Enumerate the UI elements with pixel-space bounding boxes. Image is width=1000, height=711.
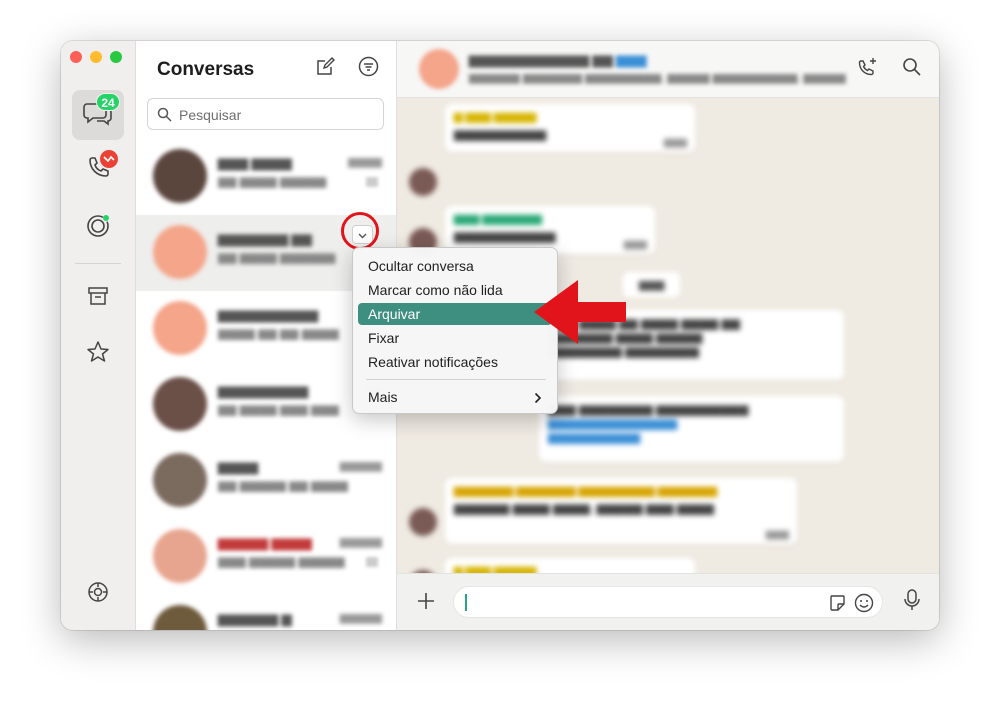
settings-icon (86, 580, 110, 609)
emoji-button[interactable] (854, 593, 874, 613)
chat-list-item[interactable]: ▆▆▆▆ ▆▆▆▆▆ ▆▆ ▆▆▆▆▆ ▆▆ ▆▆▆▆ (136, 443, 396, 519)
text-caret (465, 594, 467, 611)
status-icon (84, 212, 112, 245)
chevron-right-icon (534, 386, 542, 408)
rail-starred-button[interactable] (72, 329, 124, 379)
compose-icon (315, 56, 335, 82)
add-call-button[interactable] (855, 57, 879, 81)
annotation-circle (341, 212, 379, 250)
missed-call-badge (100, 150, 118, 168)
attach-button[interactable] (415, 592, 437, 614)
unread-count-badge: 24 (96, 93, 120, 111)
zoom-window-button[interactable] (110, 51, 122, 63)
chat-list-item[interactable]: ▆▆▆▆▆ ▆▆▆▆ ▆▆▆▆▆ ▆▆▆ ▆▆▆▆▆ ▆▆▆▆▆ (136, 519, 396, 595)
message-bubble: ▆▆▆▆▆▆▆ ▆▆▆▆▆▆▆ ▆▆▆▆▆▆▆▆▆ ▆▆▆▆▆▆▆ ▆▆▆▆▆▆ … (445, 478, 797, 544)
rail-calls-button[interactable] (72, 144, 124, 194)
microphone-icon (903, 588, 921, 617)
phone-plus-icon (856, 56, 878, 83)
search-input[interactable] (177, 99, 381, 131)
archive-icon (87, 285, 109, 312)
search-icon (157, 107, 172, 127)
sticker-icon (828, 595, 846, 616)
menu-item-more-label: Mais (368, 389, 398, 405)
filter-button[interactable] (357, 56, 379, 82)
contact-avatar (153, 529, 207, 583)
menu-item-more[interactable]: Mais (358, 386, 552, 408)
conversation-header: ▆▆▆▆▆▆▆▆▆▆▆▆ ▆▆ ▆▆▆ ▆▆▆▆▆▆ ▆▆▆▆▆▆▆ ▆▆▆▆▆… (397, 41, 939, 98)
menu-divider (366, 379, 546, 380)
minimize-window-button[interactable] (90, 51, 102, 63)
chat-context-menu: Ocultar conversa Marcar como não lida Ar… (352, 247, 558, 414)
menu-item-pin[interactable]: Fixar (358, 327, 552, 349)
conversation-search-button[interactable] (900, 57, 924, 81)
sticker-button[interactable] (828, 594, 846, 612)
message-bubble: ▆▆▆ ▆▆▆▆▆▆▆▆ ▆▆▆▆▆▆▆▆▆▆ ▆▆▆▆▆▆▆▆▆▆▆▆▆▆ ▆▆▆… (539, 396, 844, 462)
menu-item-archive[interactable]: Arquivar (358, 303, 552, 325)
voice-message-button[interactable] (902, 588, 922, 617)
star-icon (86, 340, 110, 369)
contact-avatar (153, 149, 207, 203)
search-icon (902, 57, 922, 82)
message-composer (397, 573, 939, 630)
message-bubble: ▆ ▆▆▆ ▆▆▆▆▆ ▆▆▆▆▆▆▆▆▆▆ ▆▆▆ (445, 104, 695, 152)
menu-item-unmute[interactable]: Reativar notificações (358, 351, 552, 373)
contact-avatar (153, 377, 207, 431)
contact-avatar (153, 225, 207, 279)
rail-settings-button[interactable] (72, 569, 124, 619)
message-input[interactable] (453, 586, 883, 618)
chat-list-item[interactable]: ▆▆▆▆▆▆ ▆ ▆▆▆▆▆ (136, 595, 396, 630)
search-box (147, 98, 384, 131)
menu-item-hide-chat[interactable]: Ocultar conversa (358, 255, 552, 277)
emoji-icon (854, 593, 874, 617)
rail-status-button[interactable] (72, 203, 124, 253)
conversation-avatar (419, 49, 459, 89)
annotation-arrow (534, 280, 626, 344)
new-chat-button[interactable] (314, 56, 336, 82)
contact-avatar (153, 605, 207, 630)
date-separator: ▆▆▆ (623, 272, 681, 297)
plus-icon (416, 591, 436, 616)
chat-list-item[interactable]: ▆▆▆ ▆▆▆▆ ▆▆▆▆ ▆▆ ▆▆▆▆ ▆▆▆▆▆ (136, 139, 396, 215)
rail-divider (75, 263, 121, 264)
filter-icon (358, 56, 379, 82)
close-window-button[interactable] (70, 51, 82, 63)
menu-item-mark-unread[interactable]: Marcar como não lida (358, 279, 552, 301)
rail-archived-button[interactable] (72, 273, 124, 323)
chat-list-title: Conversas (157, 59, 255, 80)
contact-avatar (153, 301, 207, 355)
contact-avatar (153, 453, 207, 507)
nav-rail: 24 (61, 41, 136, 630)
